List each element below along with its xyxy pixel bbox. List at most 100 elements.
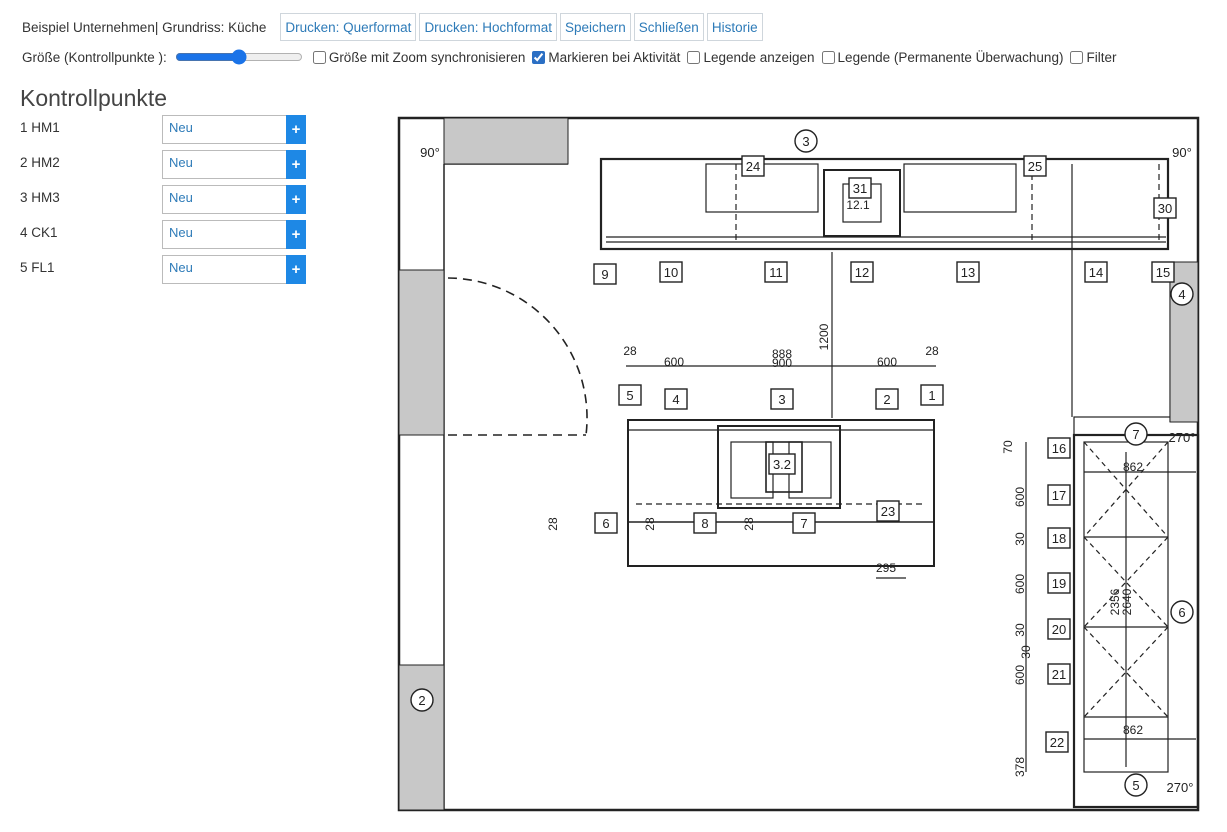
plan-box-label: 17 [1052,488,1066,503]
plan-box-label: 18 [1052,531,1066,546]
plan-box-label: 12 [855,265,869,280]
plan-box-label: 1 [928,388,935,403]
kontrollpunkt-row: 3 HM3 Neu + [20,184,310,219]
add-button[interactable]: + [286,150,306,179]
plan-box-label: 16 [1052,441,1066,456]
plan-dimension: 600 [877,355,897,369]
plan-box-label: 22 [1050,735,1064,750]
plan-dimension: 30 [1013,532,1027,546]
size-slider[interactable] [174,50,303,64]
plan-dimension: 28 [925,344,939,358]
plan-angle: 270° [1167,780,1194,795]
plan-box-label: 8 [701,516,708,531]
plan-dimension: 30 [1013,623,1027,637]
plan-box-label: 3 [778,392,785,407]
plan-box-label: 21 [1052,667,1066,682]
plan-circle-label: 2 [418,693,425,708]
plan-angle: 90° [420,145,440,160]
plan-box-label: 19 [1052,576,1066,591]
plan-box-label: 14 [1089,265,1103,280]
print-landscape-button[interactable]: Drucken: Querformat [280,13,417,41]
plan-box-label: 11 [769,265,783,280]
highlight-activity-option[interactable]: Markieren bei Aktivität [532,50,680,65]
plan-circle-label: 6 [1178,605,1185,620]
plan-box-label: 20 [1052,622,1066,637]
plan-dimension: 378 [1013,757,1027,777]
plan-box-label: 5 [626,388,633,403]
plan-box-label: 24 [746,159,760,174]
sync-zoom-checkbox[interactable] [312,50,326,64]
plan-dimension: 12.1 [846,198,870,212]
plan-box-label: 6 [602,516,609,531]
kontrollpunkt-row: 5 FL1 Neu + [20,254,310,289]
highlight-activity-checkbox[interactable] [532,50,546,64]
status-select[interactable]: Neu [162,220,287,249]
plan-circle-label: 4 [1178,287,1185,302]
toolbar: Beispiel Unternehmen| Grundriss: Küche D… [22,13,766,41]
plan-box-label: 31 [853,181,867,196]
plan-dimension: 1200 [817,323,831,350]
add-button[interactable]: + [286,220,306,249]
kontrollpunkt-row: 2 HM2 Neu + [20,149,310,184]
add-button[interactable]: + [286,185,306,214]
status-select[interactable]: Neu [162,115,287,144]
kontrollpunkte-list: 1 HM1 Neu + 2 HM2 Neu + 3 HM3 Neu + 4 CK… [20,114,310,289]
kontrollpunkt-label: 3 HM3 [20,190,60,205]
plan-dimension: 70 [1001,440,1015,454]
plan-dimension: 600 [1013,574,1027,594]
plan-box-label: 3.2 [773,457,791,472]
close-button[interactable]: Schließen [633,13,704,41]
show-legend-option[interactable]: Legende anzeigen [687,50,815,65]
plan-circle-label: 5 [1132,778,1139,793]
plan-angle: 90° [1172,145,1192,160]
plan-dimension: 28 [742,517,756,531]
kontrollpunkt-label: 4 CK1 [20,225,58,240]
kontrollpunkt-label: 5 FL1 [20,260,55,275]
status-select[interactable]: Neu [162,150,287,179]
plan-dimension: 900 [772,356,792,370]
plan-box-label: 25 [1028,159,1042,174]
breadcrumb: Beispiel Unternehmen| Grundriss: Küche [22,19,267,35]
plan-box-label: 9 [601,267,608,282]
show-legend-checkbox[interactable] [687,50,701,64]
kontrollpunkt-row: 1 HM1 Neu + [20,114,310,149]
plan-dimension: 28 [643,517,657,531]
plan-circle-label: 7 [1132,427,1139,442]
floor-plan: 24 31 25 30 9 10 11 12 13 14 15 5 4 3 2 1 3.2 6 8 7 23 16 17 18… [396,112,1202,812]
history-button[interactable]: Historie [706,13,763,41]
plan-dimension: 30 [1019,645,1033,659]
floor-plan-drawing: 243125309 10 11 12 13 14 155 4 3 2 13.26 8 723161718… [397,116,1200,812]
plan-box-label: 15 [1156,265,1170,280]
plan-dimension: 28 [546,517,560,531]
plan-box-label: 10 [664,265,678,280]
filter-checkbox[interactable] [1070,50,1084,64]
plan-dimension: 862 [1123,460,1143,474]
plan-dimension: 862 [1123,723,1143,737]
kontrollpunkt-row: 4 CK1 Neu + [20,219,310,254]
plan-box-label: 2 [883,392,890,407]
status-select[interactable]: Neu [162,255,287,284]
kontrollpunkte-title: Kontrollpunkte [20,85,168,111]
save-button[interactable]: Speichern [559,13,631,41]
options-row: Größe (Kontrollpunkte ): Größe mit Zoom … [22,46,1123,68]
plan-dimension: 600 [1013,487,1027,507]
size-label: Größe (Kontrollpunkte ): [22,49,167,65]
plan-box-label: 4 [672,392,679,407]
kontrollpunkt-label: 2 HM2 [20,155,60,170]
print-portrait-button[interactable]: Drucken: Hochformat [419,13,557,41]
kontrollpunkt-label: 1 HM1 [20,120,60,135]
add-button[interactable]: + [286,255,306,284]
plan-dimension: 295 [876,561,896,575]
legend-permanent-option[interactable]: Legende (Permanente Überwachung) [821,50,1063,65]
plan-box-label: 23 [881,504,895,519]
plan-dimension: 600 [664,355,684,369]
plan-box-label: 30 [1158,201,1172,216]
sync-zoom-option[interactable]: Größe mit Zoom synchronisieren [312,50,525,65]
plan-box-label: 13 [961,265,975,280]
status-select[interactable]: Neu [162,185,287,214]
legend-permanent-checkbox[interactable] [821,50,835,64]
plan-dimension: 600 [1013,665,1027,685]
plan-dimension: 2640 [1120,588,1134,615]
filter-option[interactable]: Filter [1070,50,1116,65]
add-button[interactable]: + [286,115,306,144]
